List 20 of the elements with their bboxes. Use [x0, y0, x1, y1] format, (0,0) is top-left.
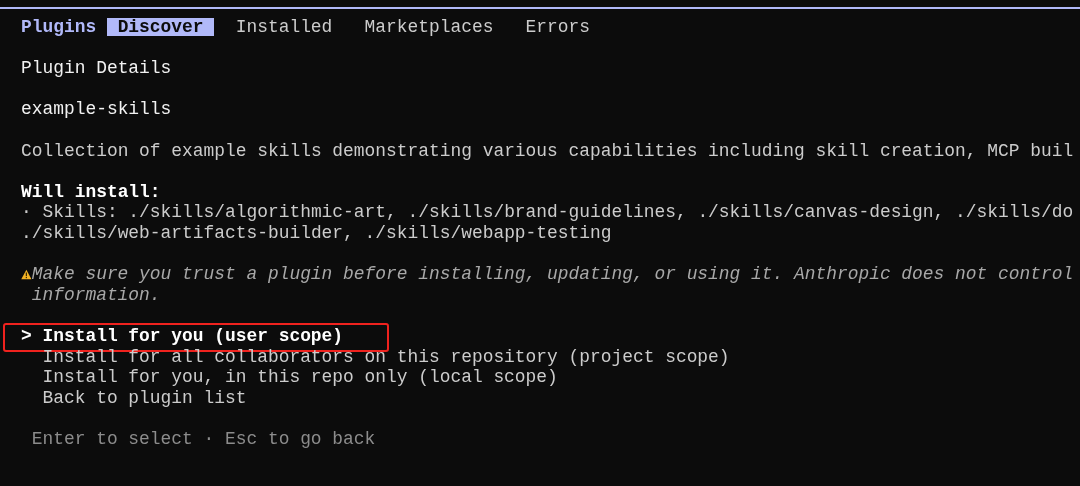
install-list-line: ./skills/web-artifacts-builder, ./skills/webapp-testing	[21, 222, 612, 244]
warning-text: information.	[31, 284, 161, 306]
panel-title: Plugins	[21, 17, 97, 38]
tab[interactable]: Errors	[514, 18, 601, 37]
menu-option[interactable]: Install for you (user scope)	[42, 326, 344, 347]
menu-option[interactable]: Install for all collaborators on this repository (project scope)	[42, 346, 730, 367]
install-list-line: · Skills: ./skills/algorithmic-art, ./skills/brand-guidelines, ./skills/canvas-design, ./skills/do	[21, 202, 1074, 223]
warning-icon	[21, 268, 32, 280]
menu-option[interactable]: Back to plugin list	[42, 388, 247, 408]
install-heading: Will install:	[21, 181, 161, 203]
tab[interactable]: Installed	[225, 18, 344, 37]
tab[interactable]: Discover	[106, 18, 215, 37]
tab[interactable]: Marketplaces	[353, 18, 505, 37]
help-text: Enter to select · Esc to go back	[30, 428, 376, 450]
selection-pointer: >	[21, 326, 32, 347]
plugin-name: example-skills	[21, 99, 172, 120]
menu-option[interactable]: Install for you, in this repo only (local scope)	[42, 367, 558, 388]
warning-text: Make sure you trust a plugin before installing, updating, or using it. Anthropic does not control	[31, 264, 1074, 285]
section-title: Plugin Details	[21, 58, 172, 79]
plugin-description: Collection of example skills demonstrating various capabilities including skill creation, MCP buil	[21, 140, 1074, 162]
